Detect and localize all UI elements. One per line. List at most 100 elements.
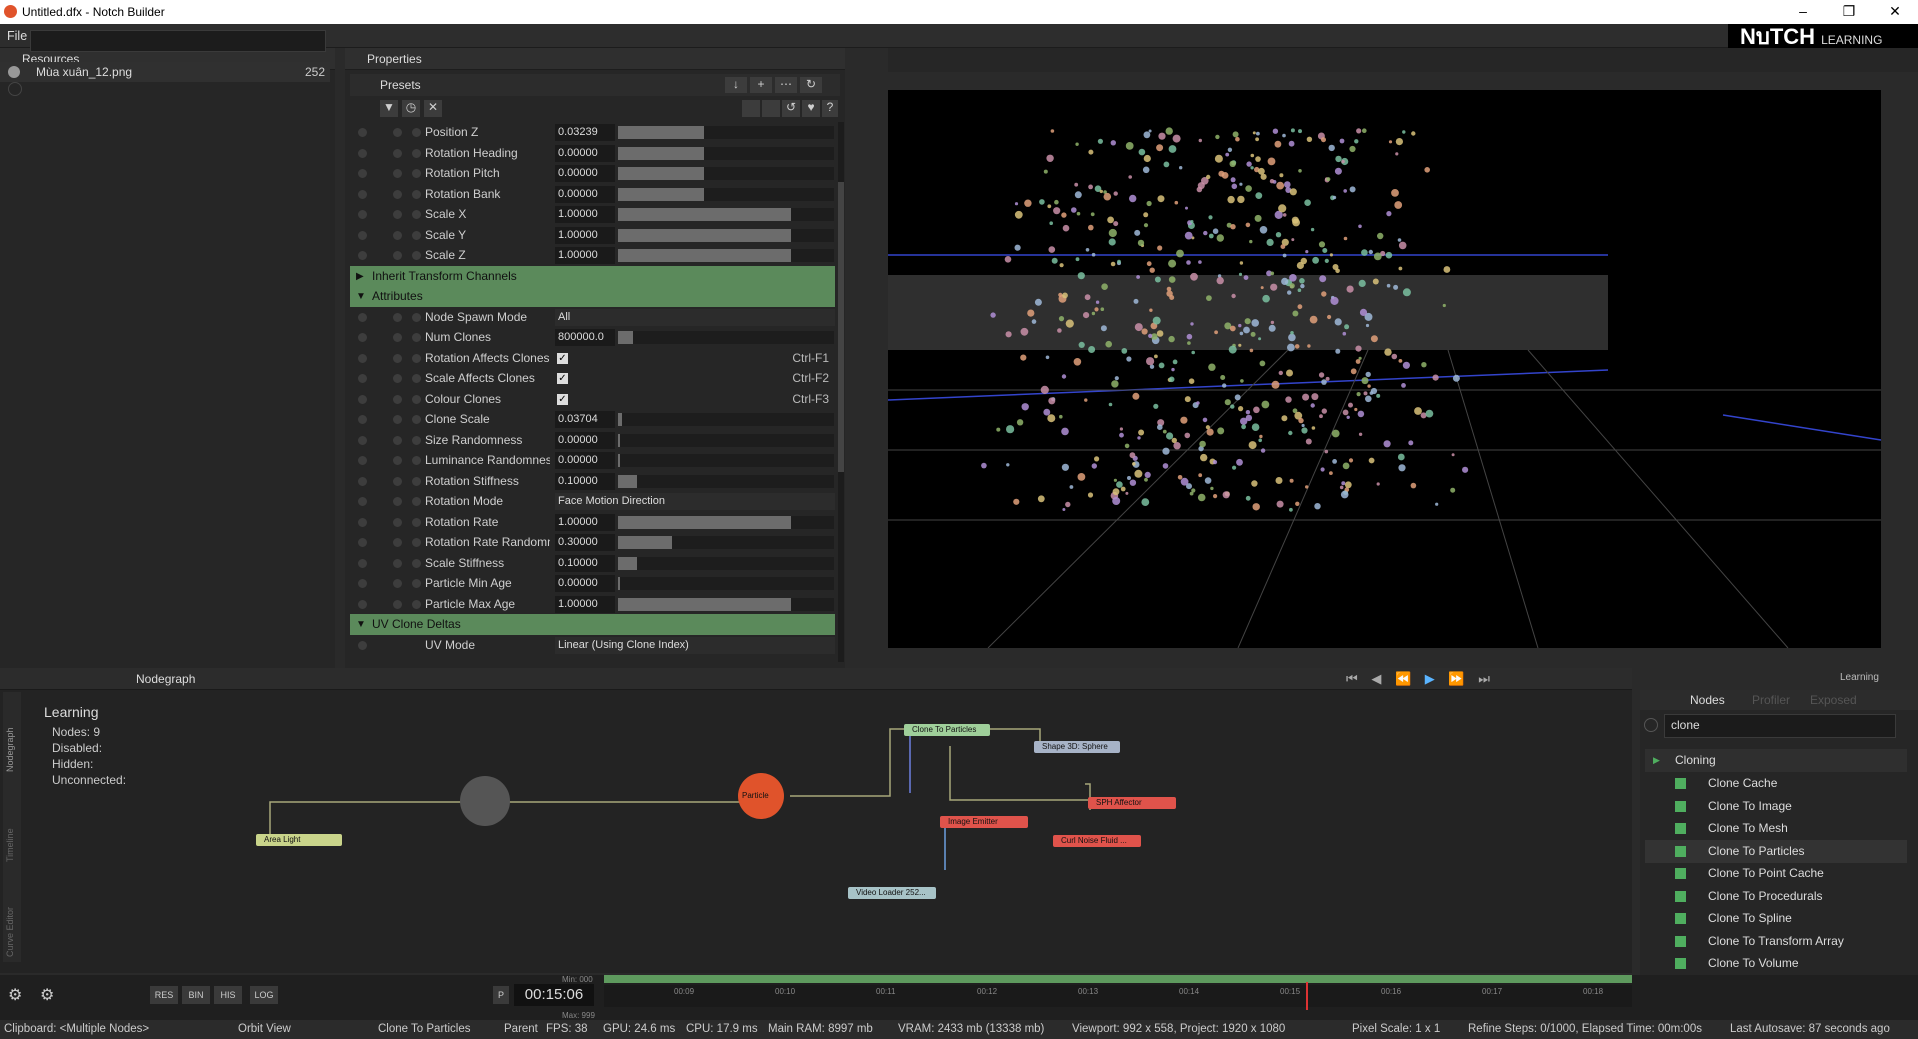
expose-dot-icon[interactable] xyxy=(412,497,421,506)
add-preset-icon[interactable]: + xyxy=(750,77,772,93)
property-slider[interactable] xyxy=(618,167,834,180)
link-dot-icon[interactable] xyxy=(393,169,402,178)
expose-dot-icon[interactable] xyxy=(412,312,421,322)
property-row[interactable]: Colour Clones ✓ Ctrl-F3 xyxy=(350,389,835,410)
property-slider[interactable] xyxy=(618,187,834,201)
jump-start-icon[interactable]: ⏮ xyxy=(1346,671,1358,686)
property-slider[interactable] xyxy=(618,126,834,139)
property-row[interactable]: Rotation Heading 0.00000 xyxy=(350,143,835,164)
node-list-item[interactable]: Clone To Spline xyxy=(1645,907,1907,930)
refresh-icon[interactable]: ↻ xyxy=(800,77,822,93)
jump-end-icon[interactable]: ⏭ xyxy=(1478,671,1490,686)
settings-gear-icon[interactable]: ⚙ xyxy=(8,985,28,1005)
property-row[interactable]: Rotation Pitch 0.00000 xyxy=(350,163,835,184)
help-icon[interactable]: ? xyxy=(822,100,838,117)
link-dot-icon[interactable] xyxy=(393,210,402,219)
property-slider[interactable] xyxy=(618,536,834,549)
link-dot-icon[interactable] xyxy=(393,517,402,527)
link-dot-icon[interactable] xyxy=(393,435,402,445)
keyframe-dot-icon[interactable] xyxy=(358,189,367,199)
download-preset-icon[interactable]: ↓ xyxy=(725,77,747,93)
property-row[interactable]: UV Mode Linear (Using Clone Index) xyxy=(350,635,835,656)
link-dot-icon[interactable] xyxy=(393,251,402,260)
expose-dot-icon[interactable] xyxy=(412,148,421,158)
expose-dot-icon[interactable] xyxy=(412,435,421,445)
keyframe-dot-icon[interactable] xyxy=(358,128,367,137)
step-back-icon[interactable]: ◀ xyxy=(1371,671,1381,686)
node-list-item[interactable]: Clone To Volume xyxy=(1645,952,1907,975)
property-slider[interactable] xyxy=(618,331,834,344)
keyframe-dot-icon[interactable] xyxy=(358,374,367,383)
properties-scrollbar[interactable] xyxy=(838,122,844,662)
property-row[interactable]: Scale X 1.00000 xyxy=(350,204,835,225)
keyframe-dot-icon[interactable] xyxy=(358,579,367,588)
maximize-button[interactable]: ❐ xyxy=(1826,0,1872,24)
node-list-item[interactable]: Clone To Transform Array xyxy=(1645,930,1907,953)
res-button[interactable]: RES xyxy=(150,986,178,1004)
property-value[interactable]: 0.10000 xyxy=(555,554,615,572)
link-dot-icon[interactable] xyxy=(393,558,402,568)
tab-nodes[interactable]: Nodes xyxy=(1690,693,1725,707)
node-sph-affector[interactable]: SPH Affector xyxy=(1088,797,1176,809)
property-value[interactable]: 0.00000 xyxy=(555,165,615,182)
log-button[interactable]: LOG xyxy=(250,986,278,1004)
expose-dot-icon[interactable] xyxy=(412,579,421,588)
link-dot-icon[interactable] xyxy=(393,599,402,609)
expose-dot-icon[interactable] xyxy=(412,538,421,547)
property-value[interactable]: 1.00000 xyxy=(555,247,615,264)
property-value[interactable]: 0.00000 xyxy=(555,185,615,203)
keyframe-dot-icon[interactable] xyxy=(358,435,367,445)
expose-dot-icon[interactable] xyxy=(412,210,421,219)
expose-dot-icon[interactable] xyxy=(412,128,421,137)
keyframe-dot-icon[interactable] xyxy=(358,558,367,568)
expose-dot-icon[interactable] xyxy=(412,230,421,240)
property-row[interactable]: Size Randomness 0.00000 xyxy=(350,430,835,451)
nodes-search-input[interactable]: clone xyxy=(1664,714,1896,738)
property-value[interactable]: 1.00000 xyxy=(555,513,615,531)
property-checkbox[interactable]: ✓ xyxy=(557,373,568,384)
copy-icon[interactable] xyxy=(742,100,760,117)
expose-dot-icon[interactable] xyxy=(412,353,421,363)
favourite-icon[interactable]: ♥ xyxy=(802,100,820,117)
link-dot-icon[interactable] xyxy=(393,579,402,588)
clock-icon[interactable]: ◷ xyxy=(402,100,420,117)
more-icon[interactable]: ⋯ xyxy=(775,77,797,93)
3d-viewport[interactable] xyxy=(888,90,1881,648)
paste-icon[interactable] xyxy=(762,100,780,117)
property-slider[interactable] xyxy=(618,228,834,242)
property-dropdown[interactable]: Face Motion Direction xyxy=(555,493,835,510)
property-value[interactable]: 1.00000 xyxy=(555,226,615,244)
property-value[interactable]: 0.03239 xyxy=(555,124,615,141)
property-row[interactable]: Rotation Rate 1.00000 xyxy=(350,512,835,533)
node-list-item[interactable]: Clone To Point Cache xyxy=(1645,862,1907,885)
expose-dot-icon[interactable] xyxy=(412,169,421,178)
bin-button[interactable]: BIN xyxy=(182,986,210,1004)
node-area-light[interactable]: Area Light xyxy=(256,834,342,846)
keyframe-dot-icon[interactable] xyxy=(358,251,367,260)
keyframe-dot-icon[interactable] xyxy=(358,169,367,178)
expose-dot-icon[interactable] xyxy=(412,558,421,568)
property-checkbox[interactable]: ✓ xyxy=(557,393,568,405)
close-button[interactable]: ✕ xyxy=(1872,0,1918,24)
link-dot-icon[interactable] xyxy=(393,538,402,547)
search-icon[interactable] xyxy=(8,82,22,96)
property-row[interactable]: Scale Z 1.00000 xyxy=(350,245,835,266)
link-dot-icon[interactable] xyxy=(393,312,402,322)
tab-profiler[interactable]: Profiler xyxy=(1752,693,1790,707)
expose-dot-icon[interactable] xyxy=(412,456,421,465)
keyframe-dot-icon[interactable] xyxy=(358,415,367,424)
resource-item[interactable]: Mùa xuân_12.png 252 xyxy=(0,62,330,82)
keyframe-dot-icon[interactable] xyxy=(358,230,367,240)
link-dot-icon[interactable] xyxy=(393,456,402,465)
manipulator-tools[interactable] xyxy=(892,50,1292,70)
link-dot-icon[interactable] xyxy=(393,189,402,199)
keyframe-dot-icon[interactable] xyxy=(358,517,367,527)
property-section-header[interactable]: ▼ UV Clone Deltas xyxy=(350,614,835,635)
property-row[interactable]: Scale Stiffness 0.10000 xyxy=(350,553,835,574)
node-list-item[interactable]: Clone To Mesh xyxy=(1645,817,1907,840)
expose-dot-icon[interactable] xyxy=(412,415,421,424)
property-slider[interactable] xyxy=(618,413,834,426)
keyframe-dot-icon[interactable] xyxy=(358,497,367,506)
node-clone-to-particles[interactable]: Clone To Particles xyxy=(904,724,990,736)
node-image-emitter[interactable]: Image Emitter xyxy=(940,816,1028,828)
